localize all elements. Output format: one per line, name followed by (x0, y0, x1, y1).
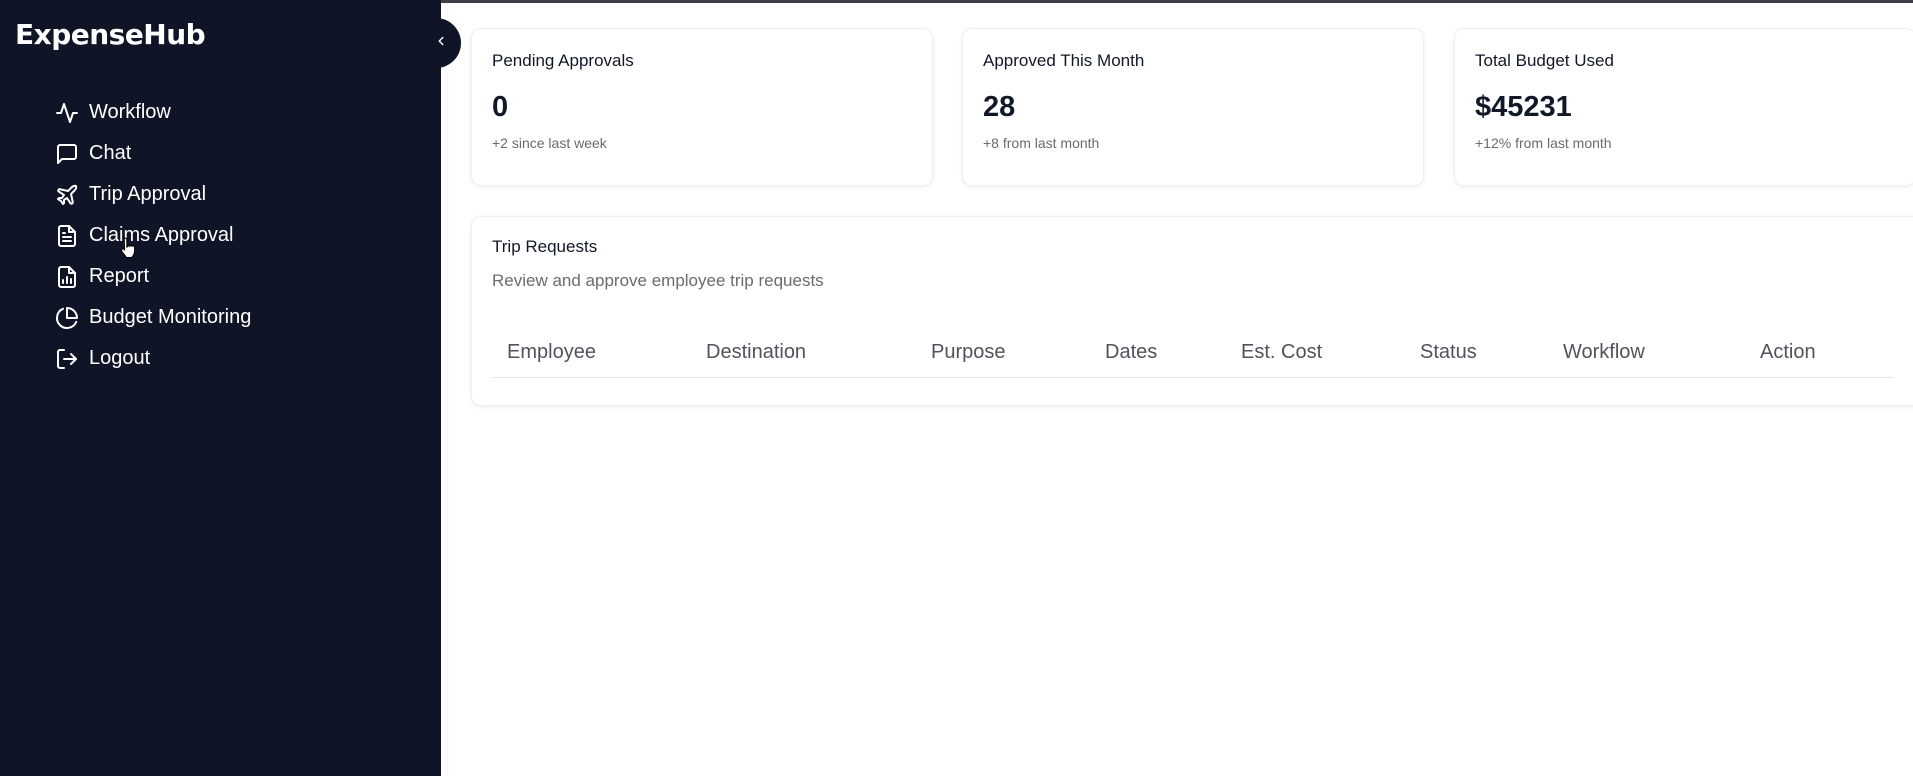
column-header-dates[interactable]: Dates (1105, 341, 1157, 364)
stat-card-pending-approvals: Pending Approvals 0 +2 since last week (471, 28, 933, 186)
file-chart-icon (55, 265, 79, 289)
sidebar-item-workflow[interactable]: Workflow (55, 92, 251, 133)
panel-title: Trip Requests (492, 237, 598, 256)
stat-title: Total Budget Used (1475, 51, 1614, 70)
sidebar-item-chat[interactable]: Chat (55, 133, 251, 174)
sidebar-item-label: Budget Monitoring (89, 306, 252, 328)
sidebar-item-label: Workflow (89, 101, 171, 123)
app-logo: ExpenseHub (15, 18, 206, 51)
stat-subtext: +2 since last week (492, 135, 607, 151)
stat-value: 28 (983, 91, 1016, 123)
stat-value: 0 (492, 91, 509, 123)
sidebar-collapse-button[interactable] (421, 18, 461, 68)
file-text-icon (55, 224, 79, 248)
column-header-employee[interactable]: Employee (507, 341, 596, 364)
trip-requests-panel: Trip Requests Review and approve employe… (471, 216, 1913, 406)
chevron-left-icon (434, 34, 448, 53)
log-out-icon (55, 347, 79, 371)
sidebar-item-label: Trip Approval (89, 183, 207, 205)
sidebar-item-budget-monitoring[interactable]: Budget Monitoring (55, 297, 251, 338)
sidebar-item-label: Chat (89, 142, 132, 164)
table-header: Employee Destination Purpose Dates Est. … (492, 327, 1894, 378)
stat-subtext: +12% from last month (1475, 135, 1612, 151)
sidebar: ExpenseHub Workflow Chat Trip Approval C… (0, 0, 441, 776)
column-header-action[interactable]: Action (1760, 341, 1816, 364)
message-square-icon (55, 142, 79, 166)
sidebar-item-trip-approval[interactable]: Trip Approval (55, 174, 251, 215)
stat-subtext: +8 from last month (983, 135, 1100, 151)
column-header-workflow[interactable]: Workflow (1563, 341, 1645, 364)
pie-chart-icon (55, 306, 79, 330)
stat-card-approved-this-month: Approved This Month 28 +8 from last mont… (962, 28, 1424, 186)
stat-title: Pending Approvals (492, 51, 634, 70)
sidebar-item-report[interactable]: Report (55, 256, 251, 297)
plane-icon (55, 183, 79, 207)
stat-card-total-budget-used: Total Budget Used $45231 +12% from last … (1454, 28, 1913, 186)
column-header-destination[interactable]: Destination (706, 341, 806, 364)
sidebar-item-label: Report (89, 265, 150, 287)
sidebar-item-logout[interactable]: Logout (55, 338, 251, 379)
stat-value: $45231 (1475, 91, 1572, 123)
column-header-purpose[interactable]: Purpose (931, 341, 1006, 364)
sidebar-item-label: Claims Approval (89, 224, 234, 246)
hand-cursor-icon (120, 236, 138, 265)
activity-icon (55, 101, 79, 125)
sidebar-item-claims-approval[interactable]: Claims Approval (55, 215, 251, 256)
column-header-est-cost[interactable]: Est. Cost (1241, 341, 1322, 364)
sidebar-item-label: Logout (89, 347, 151, 369)
sidebar-nav: Workflow Chat Trip Approval Claims Appro… (55, 92, 251, 379)
stat-title: Approved This Month (983, 51, 1145, 70)
panel-subtitle: Review and approve employee trip request… (492, 271, 824, 290)
column-header-status[interactable]: Status (1420, 341, 1477, 364)
